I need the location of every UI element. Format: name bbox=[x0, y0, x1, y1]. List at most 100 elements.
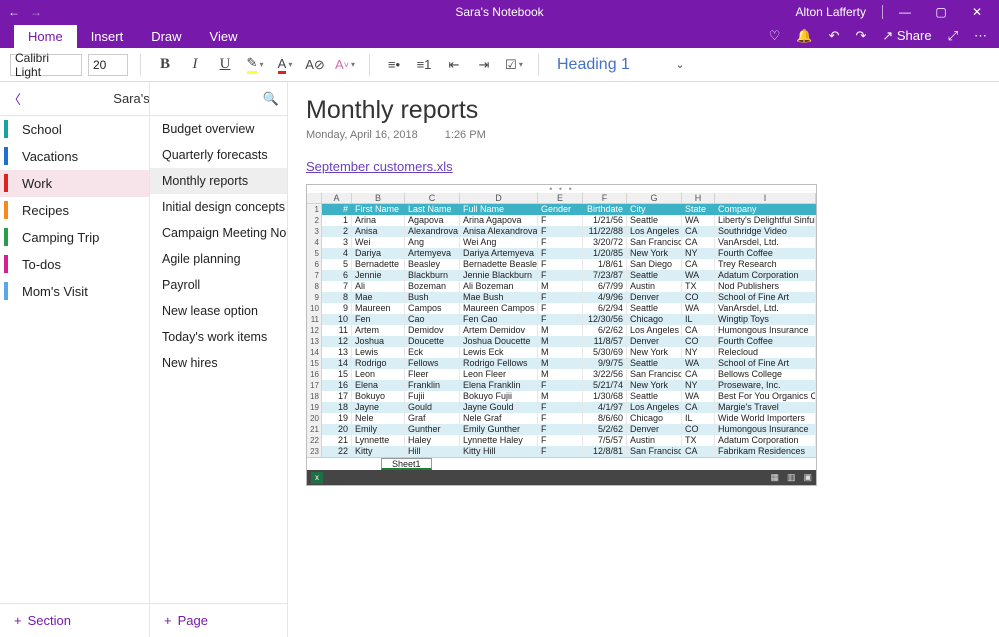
view-layout-icon[interactable]: ▥ bbox=[787, 472, 796, 483]
cell[interactable]: 11 bbox=[322, 325, 352, 336]
font-color-button[interactable]: A▾ bbox=[273, 53, 297, 77]
outdent-button[interactable]: ⇤ bbox=[442, 53, 466, 77]
cell[interactable]: 9 bbox=[322, 303, 352, 314]
cell[interactable]: 4/9/96 bbox=[583, 292, 627, 303]
section-item[interactable]: School bbox=[0, 116, 149, 143]
cell[interactable]: New York bbox=[627, 347, 682, 358]
lightbulb-icon[interactable]: ♡ bbox=[769, 28, 781, 44]
cell[interactable]: 4 bbox=[322, 248, 352, 259]
cell[interactable]: M bbox=[538, 391, 583, 402]
cell[interactable]: Wei bbox=[352, 237, 405, 248]
cell[interactable]: Full Name bbox=[460, 204, 538, 215]
style-dropdown[interactable]: ⌄ bbox=[667, 53, 691, 77]
cell[interactable]: Maureen bbox=[352, 303, 405, 314]
cell[interactable]: CA bbox=[682, 325, 715, 336]
cell[interactable]: M bbox=[538, 325, 583, 336]
cell[interactable]: 5/2/62 bbox=[583, 424, 627, 435]
cell[interactable]: Proseware, Inc. bbox=[715, 380, 816, 391]
format-painter-button[interactable]: A˅▾ bbox=[333, 53, 357, 77]
cell[interactable]: Birthdate bbox=[583, 204, 627, 215]
cell[interactable]: 7 bbox=[322, 281, 352, 292]
cell[interactable]: 6/7/99 bbox=[583, 281, 627, 292]
cell[interactable]: 12/30/56 bbox=[583, 314, 627, 325]
page-title[interactable]: Monthly reports bbox=[306, 96, 999, 125]
cell[interactable]: F bbox=[538, 303, 583, 314]
cell[interactable]: Adatum Corporation bbox=[715, 270, 816, 281]
cell[interactable]: 7/5/57 bbox=[583, 435, 627, 446]
cell[interactable]: School of Fine Art bbox=[715, 292, 816, 303]
col-header[interactable]: G bbox=[627, 193, 682, 204]
cell[interactable]: Elena bbox=[352, 380, 405, 391]
cell[interactable]: Fleer bbox=[405, 369, 460, 380]
sheet-tab[interactable]: Sheet1 bbox=[381, 458, 432, 470]
cell[interactable]: Nod Publishers bbox=[715, 281, 816, 292]
table-row[interactable]: 21ArinaAgapovaArina AgapovaF1/21/56Seatt… bbox=[307, 215, 816, 226]
cell[interactable]: CO bbox=[682, 424, 715, 435]
clear-format-button[interactable]: A⊘ bbox=[303, 53, 327, 77]
cell[interactable]: 1/21/56 bbox=[583, 215, 627, 226]
cell[interactable]: Bernadette bbox=[352, 259, 405, 270]
cell[interactable]: Southridge Video bbox=[715, 226, 816, 237]
cell[interactable]: 21 bbox=[322, 435, 352, 446]
cell[interactable]: F bbox=[538, 413, 583, 424]
cell[interactable]: 12 bbox=[322, 336, 352, 347]
add-page-button[interactable]: +Page bbox=[150, 603, 287, 637]
todo-button[interactable]: ☑▾ bbox=[502, 53, 526, 77]
font-size-selector[interactable]: 20 bbox=[88, 54, 128, 76]
indent-button[interactable]: ⇥ bbox=[472, 53, 496, 77]
table-row[interactable]: 2221LynnetteHaleyLynnette HaleyF7/5/57Au… bbox=[307, 435, 816, 446]
cell[interactable]: TX bbox=[682, 435, 715, 446]
cell[interactable]: State bbox=[682, 204, 715, 215]
cell[interactable]: Chicago bbox=[627, 314, 682, 325]
page-item[interactable]: Campaign Meeting No… bbox=[150, 220, 287, 246]
cell[interactable]: Humongous Insurance bbox=[715, 325, 816, 336]
row-label[interactable]: 16 bbox=[307, 369, 322, 380]
cell[interactable]: Adatum Corporation bbox=[715, 435, 816, 446]
page-item[interactable]: Today's work items bbox=[150, 324, 287, 350]
cell[interactable]: 8/6/60 bbox=[583, 413, 627, 424]
table-row[interactable]: 1211ArtemDemidovArtem DemidovM6/2/62Los … bbox=[307, 325, 816, 336]
cell[interactable]: New York bbox=[627, 380, 682, 391]
cell[interactable]: Fourth Coffee bbox=[715, 248, 816, 259]
cell[interactable]: NY bbox=[682, 347, 715, 358]
col-header[interactable]: B bbox=[352, 193, 405, 204]
cell[interactable]: Bellows College bbox=[715, 369, 816, 380]
excel-icon[interactable]: x bbox=[311, 472, 323, 484]
cell[interactable]: 5/21/74 bbox=[583, 380, 627, 391]
table-row[interactable]: 1312JoshuaDoucetteJoshua DoucetteM11/8/5… bbox=[307, 336, 816, 347]
cell[interactable]: Seattle bbox=[627, 215, 682, 226]
cell[interactable]: Cao bbox=[405, 314, 460, 325]
cell[interactable]: VanArsdel, Ltd. bbox=[715, 303, 816, 314]
row-label[interactable]: 20 bbox=[307, 413, 322, 424]
table-row[interactable]: 1716ElenaFranklinElena FranklinF5/21/74N… bbox=[307, 380, 816, 391]
drag-handle-icon[interactable]: • • • bbox=[307, 185, 816, 193]
cell[interactable]: F bbox=[538, 270, 583, 281]
cell[interactable]: Austin bbox=[627, 281, 682, 292]
row-label[interactable]: 18 bbox=[307, 391, 322, 402]
cell[interactable]: F bbox=[538, 314, 583, 325]
notebook-name[interactable]: Sara's Notebook bbox=[113, 91, 150, 106]
cell[interactable]: Blackburn bbox=[405, 270, 460, 281]
cell[interactable]: Los Angeles bbox=[627, 402, 682, 413]
cell[interactable]: IL bbox=[682, 413, 715, 424]
cell[interactable]: Dariya Artemyeva bbox=[460, 248, 538, 259]
cell[interactable]: 13 bbox=[322, 347, 352, 358]
cell[interactable]: 11/22/88 bbox=[583, 226, 627, 237]
cell[interactable]: Joshua bbox=[352, 336, 405, 347]
cell[interactable]: Campos bbox=[405, 303, 460, 314]
cell[interactable]: Maureen Campos bbox=[460, 303, 538, 314]
cell[interactable]: City bbox=[627, 204, 682, 215]
row-label[interactable]: 15 bbox=[307, 358, 322, 369]
cell[interactable]: CO bbox=[682, 336, 715, 347]
cell[interactable]: M bbox=[538, 358, 583, 369]
cell[interactable]: Los Angeles bbox=[627, 226, 682, 237]
bullets-button[interactable]: ≡• bbox=[382, 53, 406, 77]
cell[interactable]: Chicago bbox=[627, 413, 682, 424]
cell[interactable]: WA bbox=[682, 391, 715, 402]
cell[interactable]: 22 bbox=[322, 446, 352, 457]
spreadsheet-embed[interactable]: • • • ABCDEFGHI 1#First NameLast NameFul… bbox=[306, 184, 817, 486]
cell[interactable]: 3/20/72 bbox=[583, 237, 627, 248]
cell[interactable]: 3/22/56 bbox=[583, 369, 627, 380]
cell[interactable]: Arina bbox=[352, 215, 405, 226]
cell[interactable]: # bbox=[322, 204, 352, 215]
